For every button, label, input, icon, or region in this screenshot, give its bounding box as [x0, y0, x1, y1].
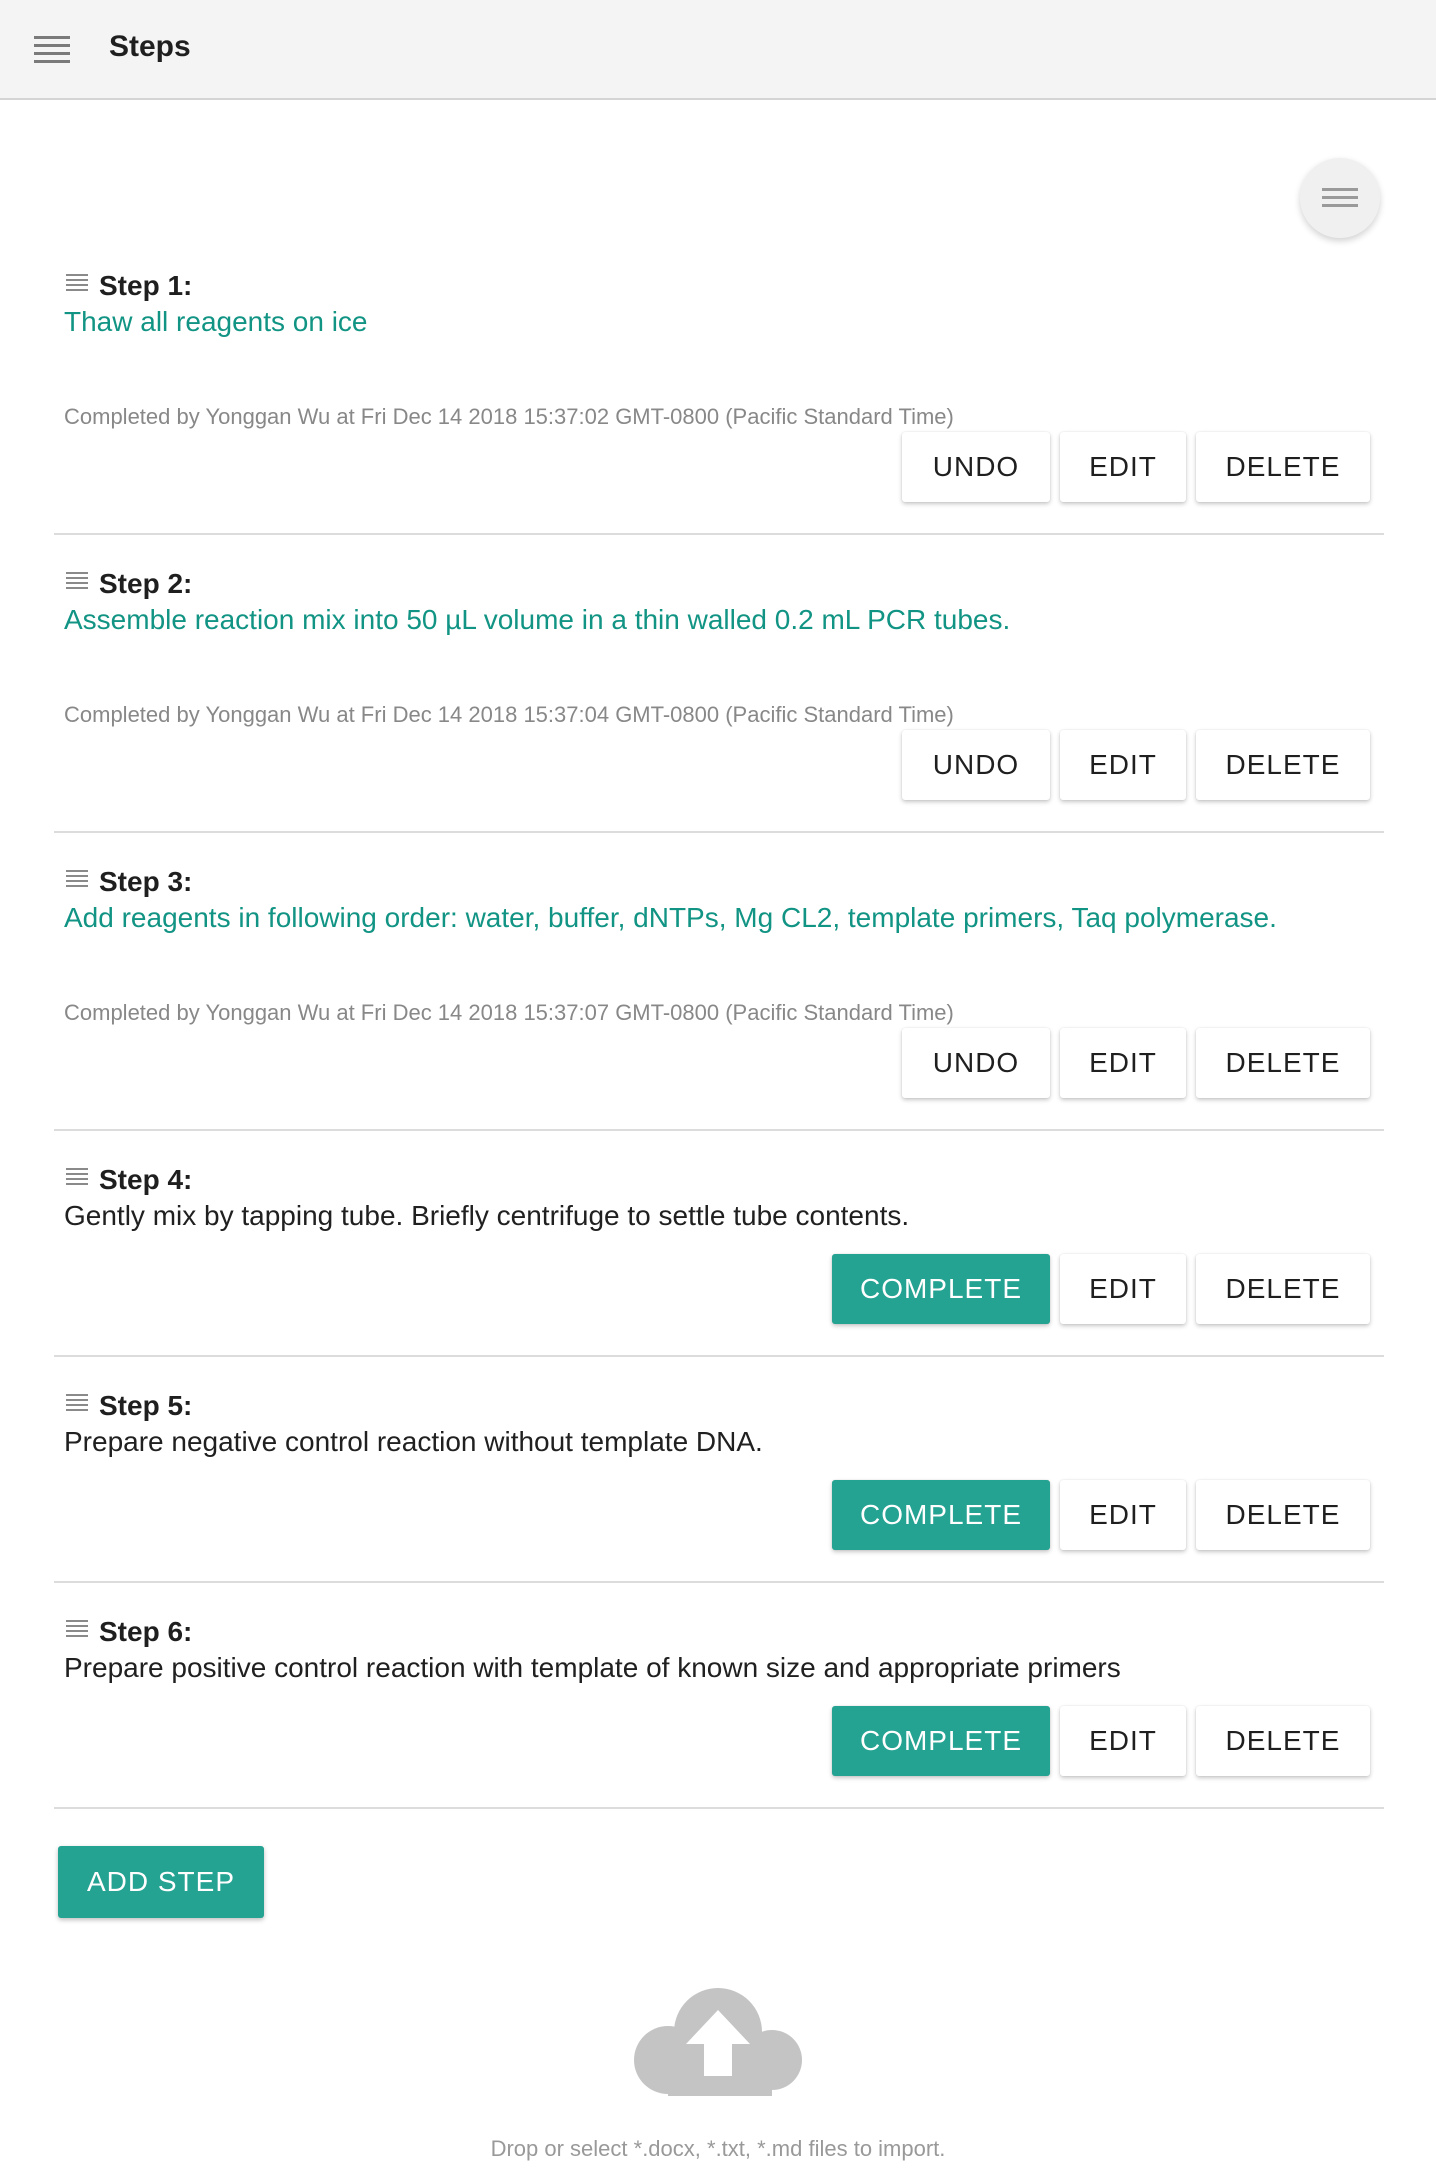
divider: [54, 1807, 1384, 1809]
divider: [54, 1355, 1384, 1357]
import-hint: Drop or select *.docx, *.txt, *.md files…: [490, 2136, 946, 2161]
edit-button[interactable]: EDIT: [1060, 1480, 1186, 1550]
step-label: Step 1:: [99, 270, 193, 301]
step-text: Thaw all reagents on ice: [64, 306, 368, 337]
options-fab-button[interactable]: [1300, 158, 1380, 238]
step-text: Prepare positive control reaction with t…: [64, 1652, 1121, 1683]
delete-button[interactable]: DELETE: [1196, 432, 1370, 502]
app-bar: Steps: [0, 0, 1436, 100]
complete-button[interactable]: COMPLETE: [832, 1254, 1050, 1324]
edit-button[interactable]: EDIT: [1060, 1028, 1186, 1098]
delete-button[interactable]: DELETE: [1196, 730, 1370, 800]
undo-button[interactable]: UNDO: [902, 432, 1050, 502]
edit-button[interactable]: EDIT: [1060, 1254, 1186, 1324]
step-text: Prepare negative control reaction withou…: [64, 1426, 763, 1457]
delete-button[interactable]: DELETE: [1196, 1480, 1370, 1550]
drag-handle-icon[interactable]: [66, 870, 88, 888]
divider: [54, 1129, 1384, 1131]
delete-button[interactable]: DELETE: [1196, 1028, 1370, 1098]
complete-button[interactable]: COMPLETE: [832, 1480, 1050, 1550]
drag-handle-icon[interactable]: [66, 1620, 88, 1638]
step-label: Step 4:: [99, 1164, 193, 1195]
edit-button[interactable]: EDIT: [1060, 1706, 1186, 1776]
edit-button[interactable]: EDIT: [1060, 730, 1186, 800]
step-label: Step 5:: [99, 1390, 193, 1421]
divider: [54, 831, 1384, 833]
divider: [54, 533, 1384, 535]
drag-handle-icon[interactable]: [66, 572, 88, 590]
completed-info: Completed by Yonggan Wu at Fri Dec 14 20…: [64, 1000, 954, 1025]
delete-button[interactable]: DELETE: [1196, 1254, 1370, 1324]
completed-info: Completed by Yonggan Wu at Fri Dec 14 20…: [64, 404, 954, 429]
step-label: Step 3:: [99, 866, 193, 897]
step-label: Step 2:: [99, 568, 193, 599]
edit-button[interactable]: EDIT: [1060, 432, 1186, 502]
undo-button[interactable]: UNDO: [902, 1028, 1050, 1098]
hamburger-menu-icon[interactable]: [34, 36, 70, 64]
completed-info: Completed by Yonggan Wu at Fri Dec 14 20…: [64, 702, 954, 727]
delete-button[interactable]: DELETE: [1196, 1706, 1370, 1776]
divider: [54, 1581, 1384, 1583]
step-text: Gently mix by tapping tube. Briefly cent…: [64, 1200, 910, 1231]
drag-handle-icon[interactable]: [66, 1168, 88, 1186]
step-text: Add reagents in following order: water, …: [64, 902, 1277, 933]
complete-button[interactable]: COMPLETE: [832, 1706, 1050, 1776]
drag-handle-icon[interactable]: [66, 274, 88, 292]
page-title: Steps: [109, 30, 191, 63]
step-text: Assemble reaction mix into 50 µL volume …: [64, 604, 1011, 635]
drag-handle-icon[interactable]: [66, 1394, 88, 1412]
undo-button[interactable]: UNDO: [902, 730, 1050, 800]
cloud-upload-icon[interactable]: [630, 1980, 806, 2100]
add-step-button[interactable]: ADD STEP: [58, 1846, 264, 1918]
step-label: Step 6:: [99, 1616, 193, 1647]
